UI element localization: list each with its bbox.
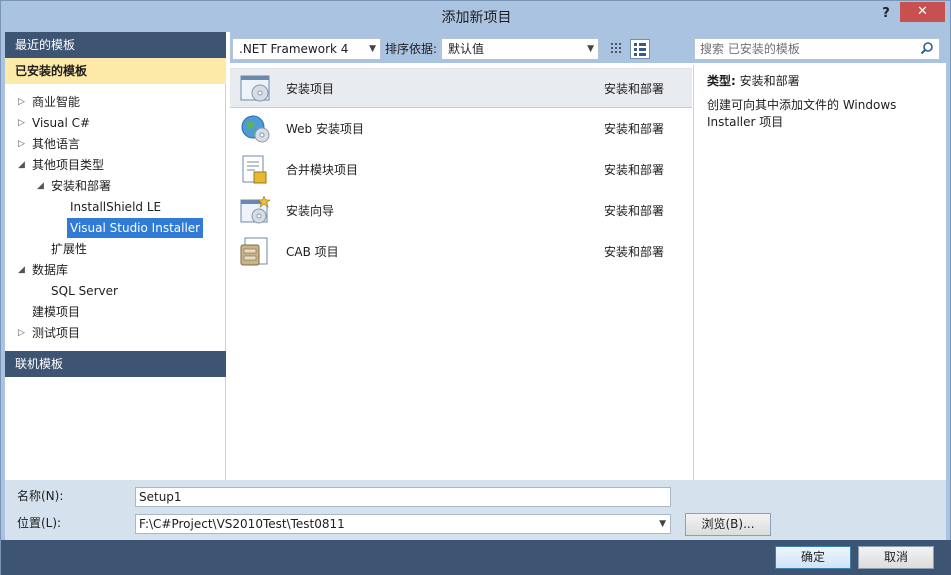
dialog-title: 添加新项目 [441,10,512,26]
add-new-item-dialog: 添加新项目 ? ✕ 最近的模板 已安装的模板 ▷ 商业智能 ▷ Visual C… [0,0,951,575]
expand-arrow-icon[interactable]: ▷ [18,134,25,154]
small-icons-view-icon [611,43,621,53]
main-panel: 最近的模板 已安装的模板 ▷ 商业智能 ▷ Visual C# ▷ 其他语言 ◢… [5,32,946,540]
tree-item-extensibility[interactable]: 扩展性 [51,239,87,259]
template-category: 安装和部署 [604,245,665,259]
search-icon[interactable] [920,41,934,55]
type-label: 类型: [707,74,736,88]
template-name: 安装向导 [286,204,335,218]
merge-module-icon [242,155,267,184]
tree-item-sql-server[interactable]: SQL Server [51,281,118,301]
dialog-footer: 确定 取消 [1,540,951,575]
expand-arrow-icon[interactable]: ▷ [18,113,25,133]
collapse-arrow-icon[interactable]: ◢ [18,155,25,175]
tree-item-other-project-types[interactable]: 其他项目类型 [32,155,104,175]
name-input[interactable]: Setup1 [135,487,671,507]
chevron-down-icon: ▼ [587,44,594,54]
template-name: 合并模块项目 [286,163,359,177]
expand-arrow-icon[interactable]: ▷ [18,323,25,343]
name-label: 名称(N): [17,489,64,503]
ok-button[interactable]: 确定 [775,546,851,569]
online-templates-header[interactable]: 联机模板 [5,351,226,377]
tree-item-setup-deployment[interactable]: 安装和部署 [51,176,111,196]
template-row-web-setup-project[interactable]: Web 安装项目 安装和部署 [230,109,692,149]
expand-arrow-icon[interactable]: ▷ [18,92,25,112]
small-icons-view-button[interactable] [607,39,627,59]
setup-project-icon [240,75,270,102]
template-type: 类型: 安装和部署 [707,72,800,89]
template-categories-panel: 最近的模板 已安装的模板 ▷ 商业智能 ▷ Visual C# ▷ 其他语言 ◢… [5,32,226,480]
collapse-arrow-icon[interactable]: ◢ [37,176,44,196]
tree-item-database[interactable]: 数据库 [32,260,68,280]
project-form: 名称(N): Setup1 位置(L): F:\C#Project\VS2010… [5,480,946,540]
template-category: 安装和部署 [604,122,665,136]
web-setup-project-icon [241,115,270,143]
tree-item-other-languages[interactable]: 其他语言 [32,134,80,154]
template-category: 安装和部署 [604,204,665,218]
template-row-cab-project[interactable]: CAB 项目 安装和部署 [230,232,692,272]
chevron-down-icon[interactable]: ▼ [659,515,666,533]
sort-value: 默认值 [448,42,485,56]
template-row-merge-module[interactable]: 合并模块项目 安装和部署 [230,150,692,190]
location-combo[interactable]: F:\C#Project\VS2010Test\Test0811 ▼ [135,514,671,534]
template-description-panel: 类型: 安装和部署 创建可向其中添加文件的 Windows Installer … [695,65,946,480]
description-text: 创建可向其中添加文件的 Windows Installer 项目 [707,98,897,129]
template-name: 安装项目 [286,82,335,96]
installed-templates-header[interactable]: 已安装的模板 [5,58,226,84]
location-value: F:\C#Project\VS2010Test\Test0811 [139,517,345,531]
collapse-arrow-icon[interactable]: ◢ [18,260,25,280]
cab-project-icon [240,237,268,266]
template-search-input[interactable]: 搜索 已安装的模板 [694,38,940,60]
template-row-setup-project[interactable]: 安装项目 安装和部署 [230,68,692,108]
template-category: 安装和部署 [604,82,665,96]
tree-item-modeling-projects[interactable]: 建模项目 [32,302,80,322]
template-list: 安装项目 安装和部署 Web 安装项目 安装和部署 合并模块项目 安装和部署 安… [230,65,694,480]
recent-templates-header[interactable]: 最近的模板 [5,32,226,58]
tree-item-business-intelligence[interactable]: 商业智能 [32,92,80,112]
tree-item-vs-installer[interactable]: Visual Studio Installer [67,218,204,238]
sort-label: 排序依据: [385,42,438,56]
search-placeholder: 搜索 已安装的模板 [700,42,800,56]
framework-select[interactable]: .NET Framework 4 ▼ [232,38,381,60]
template-name: Web 安装项目 [286,122,364,136]
setup-wizard-icon [240,196,271,224]
template-row-setup-wizard[interactable]: 安装向导 安装和部署 [230,191,692,231]
tree-item-installshield-le[interactable]: InstallShield LE [70,197,161,217]
title-bar[interactable]: 添加新项目 ? ✕ [1,1,951,31]
location-label: 位置(L): [17,516,62,530]
template-category: 安装和部署 [604,163,665,177]
tree-item-visual-csharp[interactable]: Visual C# [32,113,90,133]
help-button[interactable]: ? [873,4,899,24]
template-name: CAB 项目 [286,245,339,259]
medium-icons-view-icon [634,43,646,56]
framework-value: .NET Framework 4 [239,42,349,56]
sort-select[interactable]: 默认值 ▼ [441,38,599,60]
type-value: 安装和部署 [739,74,800,88]
medium-icons-view-button[interactable] [630,39,650,59]
cancel-button[interactable]: 取消 [858,546,934,569]
tree-item-test-projects[interactable]: 测试项目 [32,323,80,343]
template-toolbar: .NET Framework 4 ▼ 排序依据: 默认值 ▼ 搜索 已安装的模板 [230,32,946,63]
browse-button[interactable]: 浏览(B)... [685,513,771,536]
chevron-down-icon: ▼ [369,44,376,54]
close-button[interactable]: ✕ [900,2,945,22]
